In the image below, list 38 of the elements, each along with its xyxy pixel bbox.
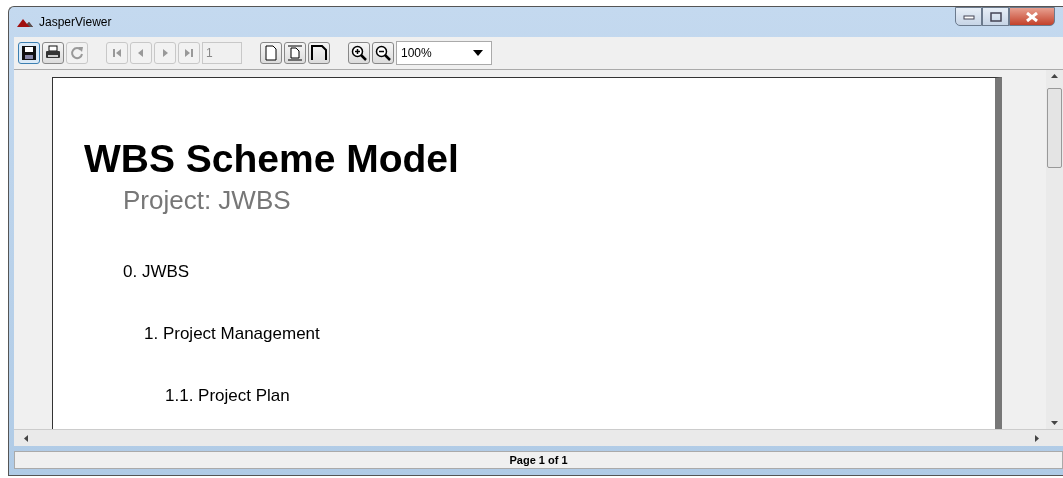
- close-icon: [1025, 11, 1039, 22]
- actual-size-button[interactable]: [260, 42, 282, 64]
- vertical-scrollbar[interactable]: [1046, 70, 1063, 429]
- reload-icon: [69, 45, 85, 61]
- fit-width-icon: [311, 45, 327, 61]
- wbs-item: 1.1. Project Plan: [165, 386, 290, 405]
- print-button[interactable]: [42, 42, 64, 64]
- save-icon: [21, 45, 37, 61]
- fit-width-button[interactable]: [308, 42, 330, 64]
- maximize-button[interactable]: [982, 7, 1009, 26]
- maximize-icon: [989, 11, 1002, 22]
- report-subtitle: Project: JWBS: [123, 185, 292, 216]
- right-arrow-icon: [1035, 434, 1039, 442]
- page-count: Page 1 of 1: [509, 454, 568, 466]
- zoom-dropdown[interactable]: 100%: [396, 41, 492, 65]
- zoom-in-icon: [351, 45, 367, 61]
- fit-page-button[interactable]: [284, 42, 306, 64]
- zoom-out-button[interactable]: [372, 42, 394, 64]
- close-button[interactable]: [1009, 7, 1055, 26]
- minimize-icon: [962, 13, 975, 20]
- report-title: WBS Scheme Model: [84, 137, 460, 181]
- down-arrow-icon: [1051, 421, 1058, 425]
- actual-size-icon: [263, 45, 279, 61]
- wbs-item: 1. Project Management: [144, 324, 320, 343]
- minimize-button[interactable]: [955, 7, 982, 26]
- scrollbar-thumb[interactable]: [1047, 88, 1062, 168]
- caret-icon: [473, 50, 483, 56]
- wbs-item: 0. JWBS: [123, 262, 190, 281]
- horizontal-scrollbar[interactable]: [14, 429, 1063, 446]
- fit-page-icon: [287, 45, 303, 61]
- zoom-out-icon: [375, 45, 391, 61]
- save-button[interactable]: [18, 42, 40, 64]
- left-arrow-icon: [24, 434, 28, 442]
- window-title: JasperViewer: [39, 15, 112, 29]
- zoom-in-button[interactable]: [348, 42, 370, 64]
- up-arrow-icon: [1051, 74, 1058, 78]
- print-icon: [45, 45, 61, 61]
- logo-icon: [17, 17, 33, 27]
